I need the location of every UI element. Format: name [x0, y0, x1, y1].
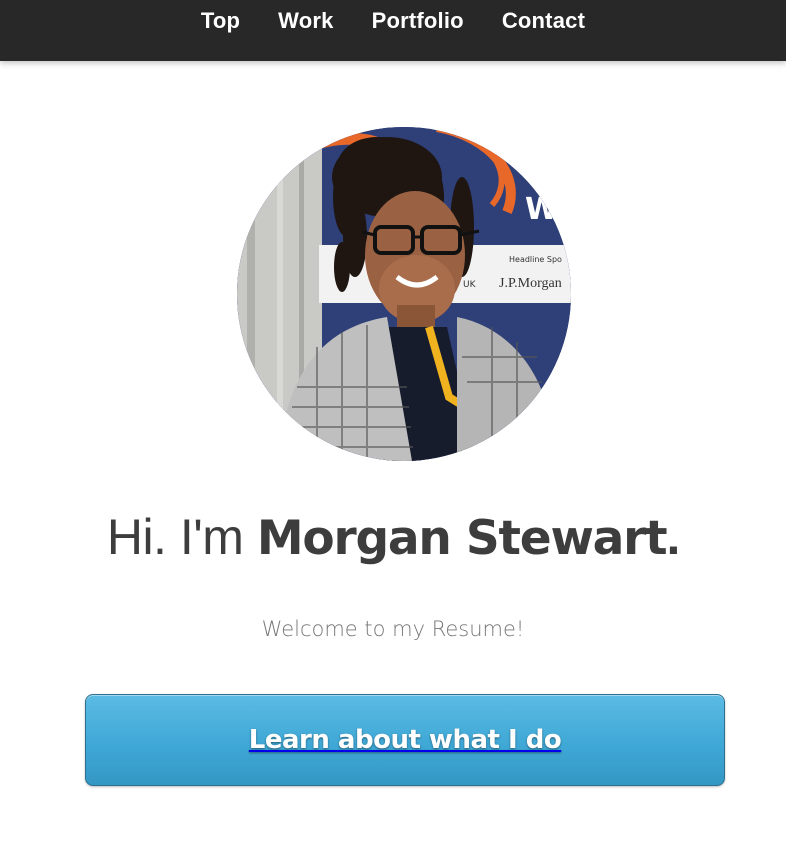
profile-photo: W Headline Spo J.P.Morgan UK: [237, 127, 571, 461]
person-name: Morgan Stewart: [256, 511, 668, 566]
greeting-prefix: Hi. I'm: [106, 509, 257, 565]
nav-link-work[interactable]: Work: [278, 8, 333, 34]
nav-link-portfolio[interactable]: Portfolio: [372, 8, 464, 34]
hero-subtitle: Welcome to my Resume!: [261, 617, 525, 641]
learn-more-button-label: Learn about what I do: [248, 725, 562, 755]
banner-letter: W: [525, 192, 558, 227]
banner-headline-text: Headline Spo: [509, 255, 562, 264]
hero-headline: Hi. I'm Morgan Stewart.: [0, 506, 786, 570]
top-navigation-bar: Top Work Portfolio Contact: [0, 0, 786, 61]
nav-link-top[interactable]: Top: [201, 8, 240, 34]
greeting-suffix: .: [666, 509, 680, 565]
learn-more-button[interactable]: Learn about what I do: [85, 694, 725, 786]
nav-link-contact[interactable]: Contact: [502, 8, 585, 34]
banner-fragment-text: UK: [463, 280, 477, 290]
profile-photo-image: W Headline Spo J.P.Morgan UK: [237, 127, 571, 461]
banner-sponsor-text: J.P.Morgan: [499, 276, 562, 291]
